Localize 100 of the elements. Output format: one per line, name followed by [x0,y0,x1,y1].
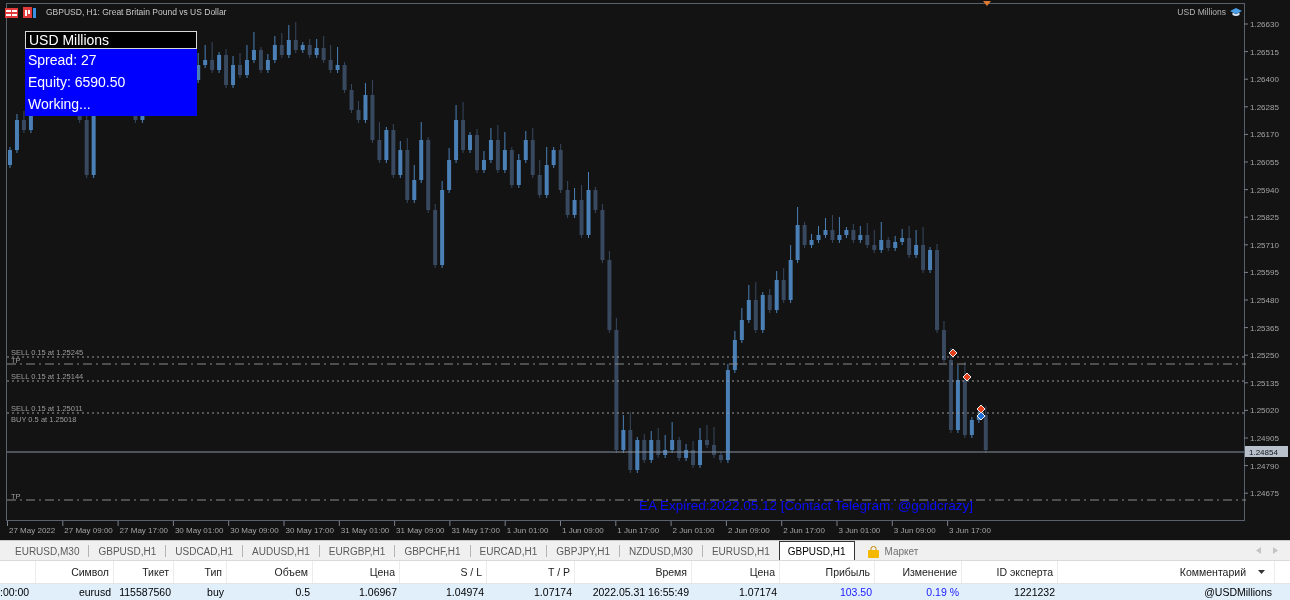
table-cell-text: 1.04974 [445,585,485,600]
price-axis-label: 1.25250 [1250,351,1279,361]
price-axis-label: 1.24790 [1250,461,1279,471]
take-profit-line[interactable] [6,363,1247,365]
time-axis-label: 27 May 09:00 [64,526,113,535]
price-axis-label: 1.26400 [1250,75,1279,85]
time-axis-label: 2 Jun 09:00 [727,526,770,535]
table-cell-text: buy [206,585,225,600]
column-header[interactable]: Объем [227,561,313,583]
expiry-comment: EA Expired:2022.05.12 [Contact Telegram: @goldcrazy] [639,498,973,513]
chart-tab[interactable]: EURUSD,M30 [6,542,89,560]
time-axis-label: 31 May 01:00 [340,526,390,535]
column-header[interactable]: Время [575,561,692,583]
current-price-label: 1.24854 [1245,446,1288,457]
panel-header: USD Millions [25,31,197,49]
chart-tab[interactable]: GBPCHF,H1 [395,542,470,560]
time-axis-label: 2 Jun 17:00 [783,526,825,535]
time-axis-label: 3 Jun 01:00 [838,526,881,535]
chart-tab[interactable]: GBPUSD,H1 [778,541,855,560]
chart-tab[interactable]: GBPJPY,H1 [547,542,620,560]
table-icon[interactable] [5,7,18,18]
column-header[interactable]: Прибыль [780,561,875,583]
column-header[interactable]: Изменение [875,561,962,583]
column-header[interactable]: Цена [692,561,780,583]
price-axis-label: 1.25825 [1250,213,1279,223]
sell-marker-icon [948,348,958,358]
price-axis-label: 1.26055 [1250,158,1279,167]
table-cell-text: 1.07174 [738,585,778,600]
price-axis-label: 1.25365 [1250,323,1279,333]
price-axis-label: 1.26515 [1250,47,1279,57]
buy-marker-icon [976,411,986,421]
table-cell-text: eurusd [77,585,112,600]
panel-text: Spread: 27 [28,52,97,70]
shift-marker-icon[interactable] [983,1,991,6]
take-profit-line[interactable] [6,499,1247,501]
time-axis-label: 30 May 01:00 [174,526,224,535]
price-axis-label: 1.25135 [1250,378,1279,388]
table-cell-text: :00:00 [0,585,31,600]
time-axis-label: 3 Jun 17:00 [949,526,991,535]
column-header[interactable]: Цена [313,561,400,583]
graduation-cap-icon [1230,8,1242,17]
panel-text: Working... [28,95,91,113]
chart-tab[interactable]: EURCAD,H1 [470,542,547,560]
column-header[interactable]: T / P [487,561,575,583]
table-cell-text: 1221232 [1013,585,1056,600]
price-axis-label: 1.25710 [1250,240,1279,250]
shopping-bag-icon [867,545,879,558]
chart-tab[interactable]: GBPUSD,H1 [89,542,166,560]
column-header[interactable]: Тикет [114,561,174,583]
sell-marker-icon [962,372,972,382]
price-axis-label: 1.25020 [1250,406,1279,416]
chart-tab[interactable]: NZDUSD,M30 [620,542,702,560]
time-axis-label: 30 May 09:00 [230,526,279,535]
expert-name: USD Millions [1177,7,1226,18]
time-axis-label: 31 May 09:00 [396,526,445,535]
caret-down-icon[interactable] [1258,570,1265,574]
chart-title: GBPUSD, H1: Great Britain Pound vs US Dollar [46,7,227,18]
price-axis-label: 1.26285 [1250,102,1279,112]
column-header[interactable]: Тип [174,561,227,583]
column-header[interactable]: Комментарий [1058,561,1275,583]
price-axis-label: 1.26630 [1250,20,1279,29]
column-header[interactable]: ID эксперта [962,561,1058,583]
time-axis-label: 27 May 17:00 [119,526,169,535]
table-cell-text: 1.07174 [533,585,573,600]
panel-text: Equity: 6590.50 [28,74,126,91]
price-axis-label: 1.24675 [1250,489,1279,499]
table-cell-text: 0.5 [294,585,311,600]
column-header[interactable]: Символ [36,561,114,583]
table-row[interactable]: :00:00 eurusd 115587560 buy 0.5 1.06967 1.04974 1.07174 2022.05.31 16:55:49 1.07174 103.50 0.19 % 1221232 @USDMillions [0,584,1290,600]
time-axis-label: 1 Jun 17:00 [617,526,660,535]
chart-tab[interactable]: EURUSD,H1 [702,542,779,560]
scroll-right-icon[interactable] [1273,547,1278,554]
price-axis-label: 1.25480 [1250,296,1279,305]
order-line[interactable] [6,356,1247,358]
price-axis-label: 1.26170 [1250,130,1279,140]
time-axis-label: 2 Jun 01:00 [672,526,715,535]
table-cell-text: 1.06967 [358,585,398,600]
time-axis-label: 1 Jun 09:00 [562,526,604,535]
window-icon[interactable] [23,7,36,18]
table-cell-text: 0.19 % [925,585,960,600]
time-axis-label: 30 May 17:00 [285,526,334,535]
chart-tab[interactable]: EURGBP,H1 [319,542,395,560]
order-line[interactable] [6,412,1247,414]
time-axis-label: 1 Jun 01:00 [506,526,549,535]
scroll-left-icon[interactable] [1256,547,1261,554]
time-axis-label: 31 May 17:00 [451,526,500,535]
table-cell-text: @USDMillions [1203,585,1273,600]
time-axis-label: 27 May 2022 [9,526,56,535]
table-cell-text: 103.50 [838,585,873,600]
order-line[interactable] [6,380,1247,382]
column-header[interactable]: S / L [400,561,487,583]
time-axis-label: 3 Jun 09:00 [893,526,936,535]
chart-tab[interactable]: AUDUSD,H1 [243,542,319,560]
chart-tab[interactable]: USDCAD,H1 [166,542,243,560]
price-axis-label: 1.25595 [1250,268,1279,278]
price-axis-label: 1.25940 [1250,185,1279,195]
table-cell-text: 115587560 [118,585,172,600]
market-tab[interactable]: Маркет [858,542,928,560]
price-axis-label: 1.24905 [1250,434,1279,443]
table-cell-text: 2022.05.31 16:55:49 [591,585,690,600]
